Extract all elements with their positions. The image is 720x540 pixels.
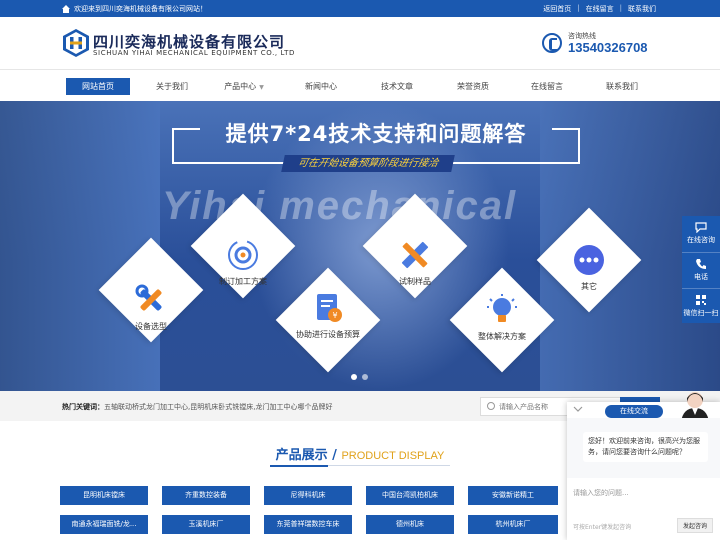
product-category-item[interactable]: 德州机床 [366, 515, 454, 534]
service-card-selection[interactable]: 设备选型 [96, 283, 206, 332]
sidebar-item-label: 在线咨询 [687, 236, 715, 244]
sidebar-item-label: 电话 [694, 273, 708, 281]
sidebar-item-phone[interactable]: 电话 [682, 252, 720, 288]
top-links: 返回首页 | 在线留言 | 联系我们 [543, 4, 656, 14]
welcome-area: 欢迎来到四川奕海机械设备有限公司网站！ [62, 4, 207, 14]
banner-subline: 可在开始设备预算阶段进行接洽 [281, 155, 455, 172]
product-category-item[interactable]: 东莞普祥瑞数控车床 [264, 515, 352, 534]
budget-document-icon: ¥ [317, 294, 342, 322]
product-category-item[interactable]: 昆明机床镗床 [60, 486, 148, 505]
nav-item-home[interactable]: 网站首页 [66, 78, 130, 95]
agent-avatar [681, 392, 709, 422]
chat-greeting: 您好！欢迎前来咨询，很高兴为您服务，请问您要咨询什么问题呢？ [583, 432, 708, 462]
nav-item-tech-articles[interactable]: 技术文章 [367, 78, 427, 95]
product-category-item[interactable]: 中国台湾凯柏机床 [366, 486, 454, 505]
service-card-budget[interactable]: ¥ 协助进行设备预算 [273, 291, 383, 340]
nav-item-news[interactable]: 新闻中心 [291, 78, 351, 95]
headline-frame-corner [172, 128, 200, 130]
service-card-label: 整体解决方案 [478, 332, 526, 341]
product-category-item[interactable]: 安徽新诺精工 [468, 486, 558, 505]
nav-item-honors[interactable]: 荣誉资质 [443, 78, 503, 95]
chat-hint: 可按Enter键发起咨询 [573, 524, 632, 531]
home-icon [62, 5, 70, 13]
service-card-label: 其它 [581, 282, 597, 291]
qr-code-icon [696, 295, 706, 305]
phone-icon [696, 259, 706, 269]
hot-keywords: 热门关键词：五轴联动桥式龙门加工中心,昆明机床卧式铣镗床,龙门加工中心哪个品牌好 [62, 402, 332, 412]
top-bar: 欢迎来到四川奕海机械设备有限公司网站！ 返回首页 | 在线留言 | 联系我们 [0, 0, 720, 17]
product-category-item[interactable]: 杭州机床厂 [468, 515, 558, 534]
top-link-message[interactable]: 在线留言 [586, 4, 614, 14]
service-card-label: 协助进行设备预算 [296, 330, 360, 339]
minimize-icon[interactable] [573, 406, 583, 412]
hotline-number: 13540326708 [568, 40, 648, 55]
tools-icon [135, 284, 162, 311]
products-title-divider: / [332, 448, 337, 463]
main-nav: 网站首页 关于我们 产品中心 ▼ 新闻中心 技术文章 荣誉资质 在线留言 联系我们 [0, 69, 720, 101]
product-category-item[interactable]: 尼得科机床 [264, 486, 352, 505]
service-card-sample[interactable]: 试制样品 [360, 238, 470, 287]
service-card-label: 试制样品 [399, 277, 431, 286]
svg-text:¥: ¥ [332, 311, 337, 320]
sidebar-item-wechat[interactable]: 微信扫一扫 [682, 288, 720, 324]
chat-widget: 在线交流 您好！欢迎前来咨询，很高兴为您服务，请问您要咨询什么问题呢？ 请输入您… [567, 392, 720, 540]
company-name-en: SICHUAN YIHAI MECHANICAL EQUIPMENT CO., … [93, 49, 295, 57]
products-title-underline [270, 465, 450, 467]
chat-header: 在线交流 [567, 392, 720, 422]
chat-send-button[interactable]: 发起咨询 [677, 518, 713, 533]
nav-item-about[interactable]: 关于我们 [142, 78, 202, 95]
service-card-solution[interactable]: 整体解决方案 [447, 293, 557, 342]
chat-body: 您好！欢迎前来咨询，很高兴为您服务，请问您要咨询什么问题呢？ [567, 418, 720, 478]
chat-input[interactable]: 请输入您的问题... [573, 488, 629, 498]
sidebar-item-consult[interactable]: 在线咨询 [682, 216, 720, 252]
chat-bubble-icon [695, 222, 707, 233]
top-link-home[interactable]: 返回首页 [543, 4, 571, 14]
hot-keywords-label: 热门关键词： [62, 403, 104, 411]
nav-item-contact[interactable]: 联系我们 [592, 78, 652, 95]
more-dots-icon [574, 245, 604, 275]
search-icon [487, 402, 495, 410]
banner-bg-left [0, 101, 160, 391]
ruler-pencil-icon [401, 241, 429, 269]
carousel-dot[interactable] [362, 374, 368, 380]
chevron-down-icon: ▼ [259, 84, 264, 91]
sidebar-item-label: 微信扫一扫 [683, 309, 719, 317]
top-separator: | [619, 4, 622, 12]
lightbulb-icon [487, 294, 517, 322]
top-link-contact[interactable]: 联系我们 [628, 4, 656, 14]
carousel-dots [351, 374, 368, 380]
phone-icon [542, 33, 562, 53]
headline-frame-corner [552, 128, 580, 130]
hot-keywords-list[interactable]: 五轴联动桥式龙门加工中心,昆明机床卧式铣镗床,龙门加工中心哪个品牌好 [104, 403, 332, 411]
nav-item-products[interactable]: 产品中心 ▼ [214, 78, 274, 95]
service-card-other[interactable]: 其它 [534, 243, 644, 292]
banner-headline: 提供7*24技术支持和问题解答 [225, 122, 527, 146]
carousel-dot[interactable] [351, 374, 357, 380]
floating-sidebar: 在线咨询 电话 微信扫一扫 [682, 216, 720, 323]
products-title-cn: 产品展示 [275, 448, 328, 463]
product-category-item[interactable]: 南通永福瑞面铣/龙... [60, 515, 148, 534]
gear-cycle-icon [228, 240, 258, 270]
product-category-item[interactable]: 齐重数控装备 [162, 486, 250, 505]
nav-item-message[interactable]: 在线留言 [517, 78, 577, 95]
products-title-en: PRODUCT DISPLAY [341, 450, 445, 462]
company-logo-icon[interactable] [62, 28, 90, 58]
welcome-text: 欢迎来到四川奕海机械设备有限公司网站！ [74, 5, 207, 13]
top-separator: | [577, 4, 580, 12]
service-card-label: 设备选型 [135, 322, 167, 331]
product-category-item[interactable]: 玉溪机床厂 [162, 515, 250, 534]
chat-tab[interactable]: 在线交流 [605, 405, 663, 418]
service-card-label: 制订加工方案 [219, 277, 267, 286]
service-card-plan[interactable]: 制订加工方案 [188, 238, 298, 287]
nav-item-products-label: 产品中心 [224, 82, 257, 91]
